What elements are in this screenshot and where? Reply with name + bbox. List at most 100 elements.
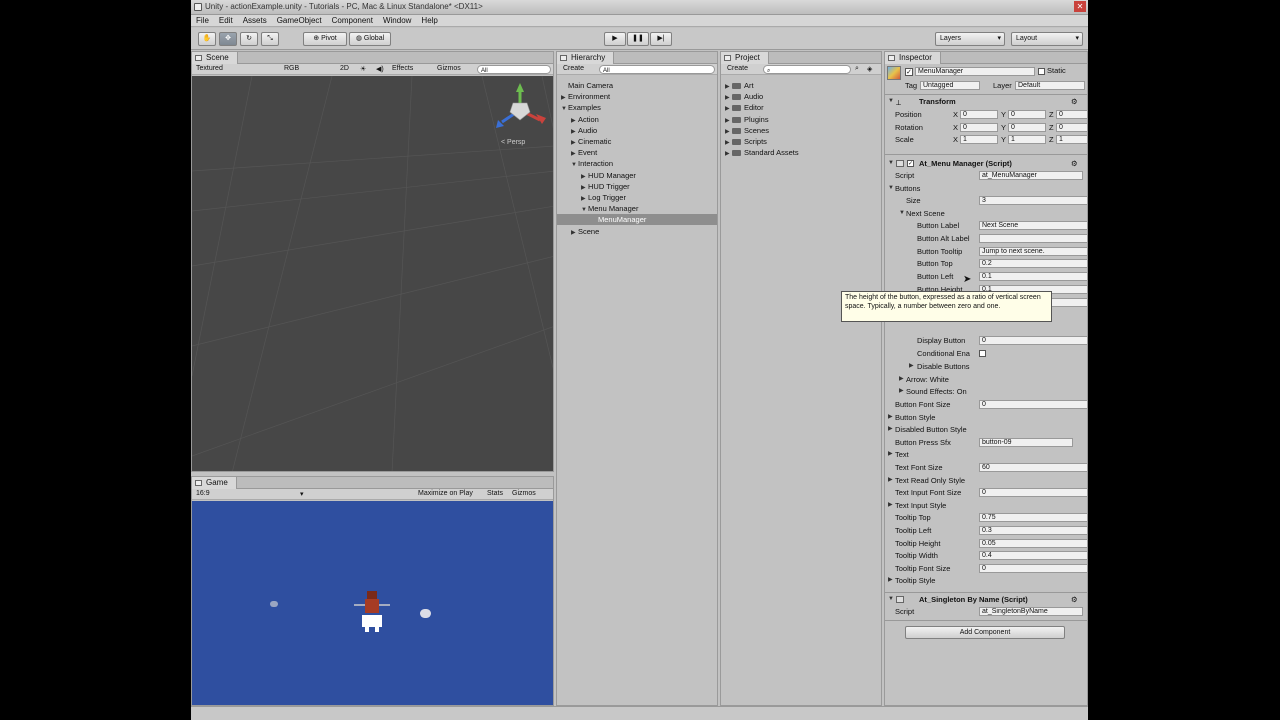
global-toggle[interactable]: ◍ Global [349, 32, 391, 46]
button-field-input[interactable]: 0.2 [979, 259, 1087, 269]
inspector-property-row[interactable]: ▶ Tooltip Style [885, 575, 1087, 586]
rotate-tool-button[interactable]: ↻ [240, 32, 258, 46]
filter-by-type-icon[interactable]: ⌕ [855, 65, 859, 73]
project-create-dropdown[interactable]: Create [727, 65, 748, 72]
property-field[interactable]: 0.3 [979, 526, 1087, 535]
hand-tool-button[interactable]: ✋ [198, 32, 216, 46]
project-folder[interactable]: ▶ Art [721, 80, 881, 91]
property-field[interactable]: 0 [979, 563, 1087, 573]
conditional-enable-checkbox[interactable] [979, 350, 986, 357]
transform-position-z-field[interactable]: 0 [1056, 110, 1087, 119]
hierarchy-item[interactable]: ▶ Event [557, 147, 717, 158]
next-scene-foldout[interactable]: ▼ Next Scene [885, 208, 1087, 219]
project-folder[interactable]: ▶ Audio [721, 91, 881, 102]
gizmos-dropdown[interactable]: Gizmos [512, 490, 536, 497]
arrow-white-foldout[interactable]: ▶ Arrow: White [885, 374, 1087, 385]
hierarchy-create-dropdown[interactable]: Create [563, 65, 584, 72]
script-field[interactable]: at_SingletonByName [979, 607, 1083, 616]
hierarchy-item[interactable]: ▶ HUD Manager [557, 170, 717, 181]
step-button[interactable]: ▶| [650, 32, 672, 46]
component-enabled-checkbox[interactable]: ✓ [907, 160, 914, 167]
project-folder[interactable]: ▶ Plugins [721, 114, 881, 125]
audio-toggle-icon[interactable]: ◀) [376, 65, 384, 73]
property-field[interactable]: 60 [979, 463, 1087, 472]
hierarchy-item[interactable]: MenuManager [557, 214, 717, 226]
size-field[interactable]: 3 [979, 196, 1087, 205]
hierarchy-item[interactable]: Main Camera [557, 80, 717, 91]
property-field[interactable]: 0.75 [979, 513, 1087, 523]
transform-rotation-y-field[interactable]: 0 [1008, 122, 1046, 132]
static-checkbox[interactable] [1038, 68, 1045, 75]
hierarchy-item[interactable]: ▶ Scene [557, 226, 717, 237]
project-folder[interactable]: ▶ Scenes [721, 125, 881, 136]
gizmos-dropdown[interactable]: Gizmos [437, 65, 461, 72]
transform-rotation-x-field[interactable]: 0 [960, 122, 998, 132]
pivot-toggle[interactable]: ⊕ Pivot [303, 32, 347, 46]
rgb-dropdown[interactable]: RGB [284, 65, 299, 72]
tab-scene[interactable]: Scene [192, 52, 238, 64]
project-search-input[interactable]: ⌕ [763, 65, 851, 74]
add-component-button[interactable]: Add Component [905, 626, 1065, 639]
scene-viewport[interactable]: < Persp [192, 76, 553, 471]
layers-dropdown[interactable]: Layers ▾ [935, 32, 1005, 46]
lighting-toggle-icon[interactable]: ☀ [360, 65, 366, 73]
scale-tool-button[interactable]: ⤡ [261, 32, 279, 46]
gear-icon[interactable]: ⚙ [1071, 594, 1078, 605]
chevron-right-icon[interactable]: ▶ [571, 228, 578, 239]
display-button-field[interactable]: 0 [979, 336, 1087, 345]
hierarchy-item[interactable]: ▶ Audio [557, 125, 717, 136]
object-name-input[interactable]: MenuManager [915, 67, 1035, 76]
project-folder[interactable]: ▶ Scripts [721, 136, 881, 147]
transform-rotation-z-field[interactable]: 0 [1056, 122, 1087, 132]
button-field-input[interactable]: Next Scene [979, 221, 1087, 230]
menu-file[interactable]: File [196, 15, 209, 27]
menu-component[interactable]: Component [332, 15, 373, 27]
buttons-foldout[interactable]: ▼ Buttons [885, 183, 1087, 194]
gear-icon[interactable]: ⚙ [1071, 96, 1078, 107]
property-field[interactable]: 0 [979, 488, 1087, 498]
transform-position-y-field[interactable]: 0 [1008, 110, 1046, 119]
tab-project[interactable]: Project [721, 52, 769, 64]
menu-gameobject[interactable]: GameObject [277, 15, 322, 27]
hierarchy-item[interactable]: ▶ Environment [557, 91, 717, 102]
hierarchy-item[interactable]: ▶ Cinematic [557, 136, 717, 147]
active-checkbox[interactable]: ✓ [905, 68, 913, 76]
project-folder[interactable]: ▶ Editor [721, 102, 881, 113]
menu-window[interactable]: Window [383, 15, 411, 27]
inspector-property-row[interactable]: ▶ Text Input Style [885, 500, 1087, 511]
property-field[interactable]: 0.05 [979, 538, 1087, 548]
singleton-header[interactable]: ▼ At_Singleton By Name (Script) ⚙ [885, 594, 1087, 605]
transform-scale-z-field[interactable]: 1 [1056, 135, 1087, 144]
tab-hierarchy[interactable]: Hierarchy [557, 52, 615, 64]
2d-toggle[interactable]: 2D [340, 65, 349, 72]
property-field[interactable]: 0 [979, 400, 1087, 409]
hierarchy-item[interactable]: ▶ Log Trigger [557, 192, 717, 203]
hierarchy-item[interactable]: ▼Interaction [557, 158, 717, 169]
menu-assets[interactable]: Assets [243, 15, 267, 27]
hierarchy-item[interactable]: ▶ Action [557, 114, 717, 125]
effects-dropdown[interactable]: Effects [392, 65, 413, 72]
tab-inspector[interactable]: Inspector [885, 52, 941, 64]
move-tool-button[interactable]: ✥ [219, 32, 237, 46]
transform-header[interactable]: ▼ ⟂ Transform ⚙ [885, 96, 1087, 107]
transform-scale-x-field[interactable]: 1 [960, 135, 998, 144]
inspector-property-row[interactable]: ▶ Button Style [885, 412, 1087, 423]
button-field-input[interactable]: 0.1 [979, 272, 1087, 282]
scene-search-input[interactable]: All [477, 65, 551, 74]
transform-position-x-field[interactable]: 0 [960, 110, 998, 119]
aspect-dropdown[interactable]: 16:9 [196, 490, 210, 497]
project-folder[interactable]: ▶ Standard Assets [721, 147, 881, 158]
sound-effects-foldout[interactable]: ▶ Sound Effects: On [885, 386, 1087, 397]
maximize-on-play-toggle[interactable]: Maximize on Play [418, 490, 473, 497]
scene-orientation-gizmo[interactable] [490, 80, 550, 140]
chevron-right-icon[interactable]: ▶ [725, 149, 732, 160]
hierarchy-item[interactable]: ▼Examples [557, 102, 717, 113]
close-window-button[interactable]: ✕ [1074, 1, 1086, 12]
tag-dropdown[interactable]: Untagged [920, 81, 980, 90]
play-button[interactable]: ▶ [604, 32, 626, 46]
inspector-property-row[interactable]: ▶ Text [885, 449, 1087, 460]
game-viewport[interactable] [192, 501, 553, 705]
hierarchy-item[interactable]: ▼Menu Manager [557, 203, 717, 214]
filter-by-label-icon[interactable]: ◈ [867, 65, 872, 73]
gear-icon[interactable]: ⚙ [1071, 158, 1078, 169]
